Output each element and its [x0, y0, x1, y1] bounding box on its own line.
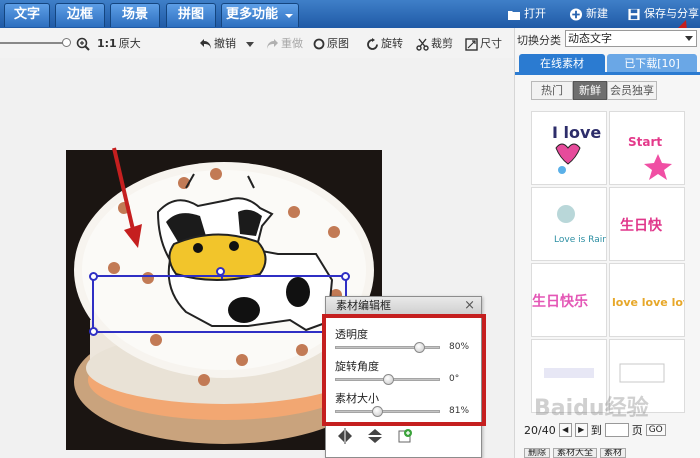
tab-border[interactable]: 边框 — [55, 3, 105, 27]
original-size-button[interactable]: 1:1 原大 — [97, 36, 141, 52]
resize-icon — [465, 37, 478, 51]
page-unit-label: 页 — [631, 424, 643, 437]
material-thumbnail[interactable]: I love U — [531, 111, 607, 185]
tab-underline — [515, 72, 700, 75]
undo-button[interactable]: 撤销 — [199, 36, 254, 52]
sticker-image: Love is Rain — [554, 205, 607, 245]
more-functions-label: 更多功能 — [226, 7, 279, 22]
sticker-image: 生日快乐 — [532, 293, 588, 310]
rotate-button[interactable]: 旋转 — [366, 36, 403, 52]
sticker-image: I love U — [552, 123, 607, 174]
circle-icon — [313, 38, 325, 50]
redo-button[interactable]: 重做 — [266, 36, 303, 52]
zoom-ratio-label: 1:1 — [97, 37, 117, 50]
highlight-frame — [322, 314, 486, 426]
tab-scene[interactable]: 场景 — [110, 3, 160, 27]
dialog-titlebar[interactable]: 素材编辑框 × — [326, 297, 481, 315]
sticker-image: Start — [628, 135, 672, 180]
size-label: 尺寸 — [480, 37, 502, 50]
folder-icon — [508, 10, 520, 20]
subtab-members[interactable]: 会员独享 — [607, 81, 657, 100]
next-page-button[interactable]: ▶ — [574, 423, 588, 437]
bottom-button-row: 删除 素材大全 素材 — [524, 448, 700, 458]
flip-vertical-icon[interactable] — [366, 428, 384, 444]
chevron-down-icon — [685, 36, 693, 41]
watermark: Baidu经验 — [534, 396, 649, 421]
tab-more-functions[interactable]: 更多功能 — [221, 3, 299, 27]
open-label: 打开 — [524, 7, 546, 20]
page-indicator: 20/40 — [524, 423, 556, 437]
top-menu-bar: 文字 边框 场景 拼图 更多功能 打开 新建 保存与分享 — [0, 0, 700, 28]
scissors-icon — [416, 38, 429, 51]
size-button[interactable]: 尺寸 — [465, 36, 502, 52]
category-label: 切换分类 — [517, 34, 561, 47]
original-size-label: 原大 — [118, 37, 141, 50]
rotate-icon — [367, 37, 378, 50]
zoom-slider[interactable] — [0, 42, 68, 44]
chevron-down-icon — [285, 14, 293, 18]
material-thumbnail[interactable]: 生日快 — [609, 187, 685, 261]
tab-collage[interactable]: 拼图 — [166, 3, 216, 27]
goto-label: 到 — [590, 424, 602, 437]
redo-label: 重做 — [281, 37, 303, 50]
subtab-hot[interactable]: 热门 — [531, 81, 573, 100]
resize-handle[interactable] — [341, 272, 350, 281]
original-image-label: 原图 — [327, 37, 349, 50]
rotate-handle-line — [221, 275, 223, 279]
crop-button[interactable]: 裁剪 — [416, 36, 453, 52]
material-thumbnail[interactable]: 生日快乐 — [531, 263, 607, 337]
material-grid: I love U Start Love is Rain 生日快 生日快乐 — [531, 111, 697, 415]
svg-text:生日快: 生日快 — [620, 217, 663, 234]
rotate-label: 旋转 — [381, 37, 403, 50]
undo-dropdown-icon[interactable] — [246, 41, 254, 47]
dialog-title: 素材编辑框 — [336, 299, 391, 312]
annotation-arrow — [112, 147, 142, 248]
zoom-in-button[interactable] — [76, 36, 90, 52]
delete-button[interactable]: 删除 — [524, 448, 551, 458]
open-button[interactable]: 打开 — [507, 0, 546, 28]
page-input[interactable] — [604, 423, 629, 437]
tab-downloaded[interactable]: 已下载[10] — [607, 54, 697, 74]
go-button[interactable]: GO — [645, 424, 666, 436]
resize-handle[interactable] — [89, 327, 98, 336]
original-image-button[interactable]: 原图 — [313, 36, 349, 52]
material-thumbnail[interactable]: love love love — [609, 263, 685, 337]
plus-circle-icon — [569, 7, 583, 21]
svg-text:生日快乐: 生日快乐 — [532, 293, 588, 310]
dialog-action-row — [336, 428, 414, 444]
category-select[interactable]: 动态文字 — [565, 30, 697, 47]
sticker-image: love love love — [612, 296, 685, 309]
prev-page-button[interactable]: ◀ — [558, 423, 572, 437]
tab-online-materials[interactable]: 在线素材 — [519, 54, 605, 74]
undo-icon — [200, 39, 211, 49]
material-thumbnail[interactable]: Start — [609, 111, 685, 185]
selection-box[interactable] — [89, 267, 350, 336]
material-thumbnail[interactable]: Love is Rain — [531, 187, 607, 261]
crop-label: 裁剪 — [431, 37, 453, 50]
svg-text:Love is Rain: Love is Rain — [554, 235, 607, 245]
pagination: 20/40 ◀ ▶ 到 页 GO — [524, 422, 666, 438]
zoom-in-icon — [76, 37, 90, 51]
new-label: 新建 — [586, 7, 608, 20]
sticker-image: 生日快 — [620, 217, 663, 234]
redo-icon — [267, 39, 278, 49]
flip-horizontal-icon[interactable] — [336, 428, 354, 444]
zoom-slider-knob[interactable] — [62, 38, 71, 47]
svg-text:love love love: love love love — [612, 296, 685, 309]
new-button[interactable]: 新建 — [569, 0, 608, 28]
resize-handle[interactable] — [89, 272, 98, 281]
category-value: 动态文字 — [568, 32, 612, 45]
tab-text[interactable]: 文字 — [4, 3, 50, 27]
svg-text:Start: Start — [628, 135, 662, 149]
edit-toolbar: 1:1 原大 撤销 重做 原图 旋转 裁剪 尺寸 — [0, 28, 514, 58]
undo-label: 撤销 — [214, 37, 236, 50]
subtab-new[interactable]: 新鲜 — [573, 81, 607, 100]
svg-text:I love U: I love U — [552, 123, 607, 142]
add-layer-icon[interactable] — [396, 428, 414, 444]
material-library-button[interactable]: 素材大全 — [553, 448, 598, 458]
close-icon[interactable]: × — [464, 297, 475, 315]
material-button[interactable]: 素材 — [600, 448, 627, 458]
